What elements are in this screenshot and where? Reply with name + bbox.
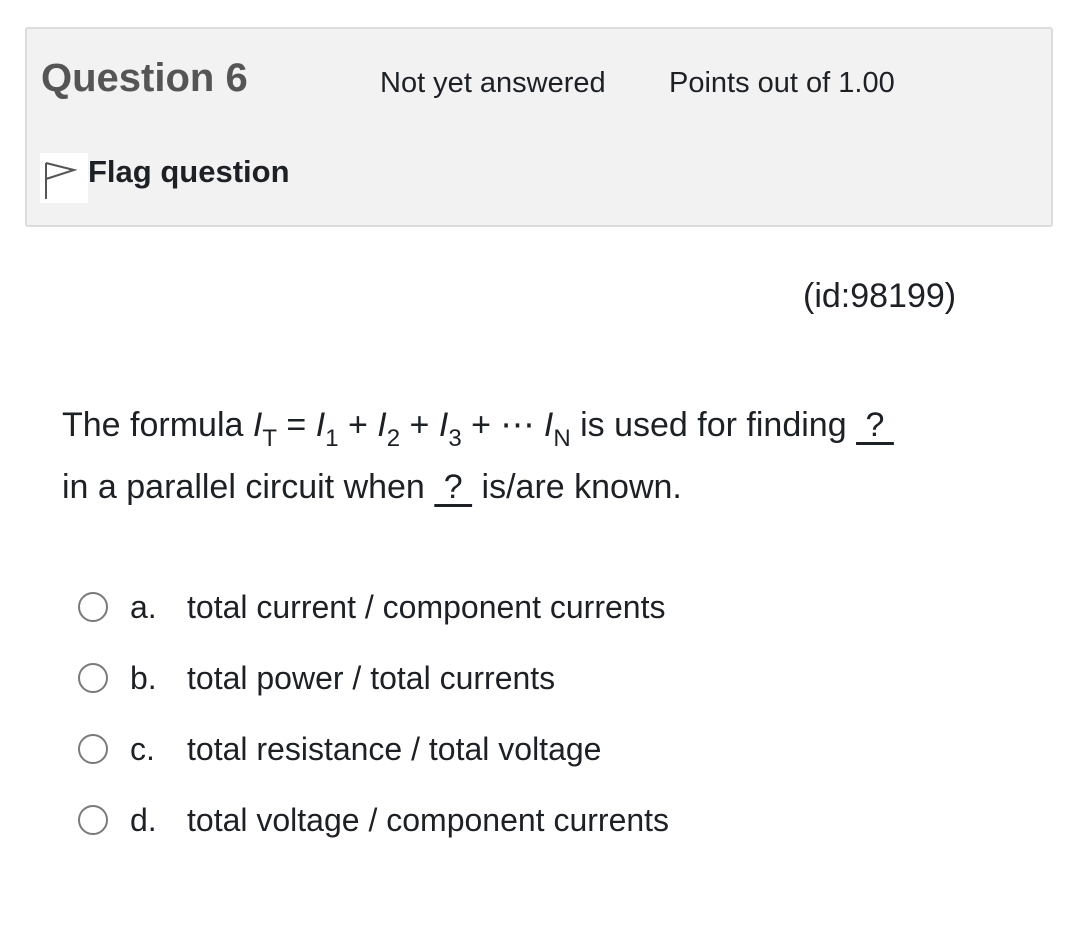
question-number: Question 6	[41, 56, 248, 100]
answer-options: a. total current / component currents b.…	[78, 572, 669, 856]
answer-option-a[interactable]: a. total current / component currents	[78, 572, 665, 643]
question-id: (id:98199)	[803, 277, 957, 315]
answer-option-b[interactable]: b. total power / total currents	[78, 643, 555, 714]
answer-option-d[interactable]: d. total voltage / component currents	[78, 785, 669, 856]
answer-letter: b.	[130, 660, 157, 696]
flag-outline-icon[interactable]	[40, 153, 88, 203]
answer-letter: d.	[130, 802, 157, 838]
question-text-line-1: The formula IT = I1 + I2 + I3 + ⋯ IN is …	[62, 406, 894, 452]
answer-blank-1: ?	[856, 406, 894, 444]
answer-label[interactable]: total power / total currents	[187, 660, 555, 697]
radio-button-d[interactable]	[78, 804, 108, 835]
answer-letter: c.	[130, 731, 155, 767]
question-info-panel: Question 6 Not yet answered Points out o…	[25, 27, 1053, 227]
question-state: Not yet answered	[380, 67, 606, 99]
answer-label[interactable]: total resistance / total voltage	[187, 731, 601, 768]
answer-label[interactable]: total voltage / component currents	[187, 802, 669, 839]
flag-question-label[interactable]: Flag question	[88, 154, 290, 190]
answer-letter: a.	[130, 589, 157, 625]
answer-blank-2: ?	[434, 468, 473, 506]
answer-label[interactable]: total current / component currents	[187, 589, 665, 626]
flag-question-button[interactable]: Flag question	[40, 153, 290, 203]
question-text: The formula IT = I1 + I2 + I3 + ⋯ IN is …	[62, 394, 992, 518]
question-grade: Points out of 1.00	[669, 67, 895, 99]
question-text-line-2: in a parallel circuit when ? is/are know…	[62, 468, 682, 506]
radio-button-c[interactable]	[78, 733, 108, 764]
radio-button-b[interactable]	[78, 662, 108, 693]
answer-option-c[interactable]: c. total resistance / total voltage	[78, 714, 601, 785]
radio-button-a[interactable]	[78, 591, 108, 622]
